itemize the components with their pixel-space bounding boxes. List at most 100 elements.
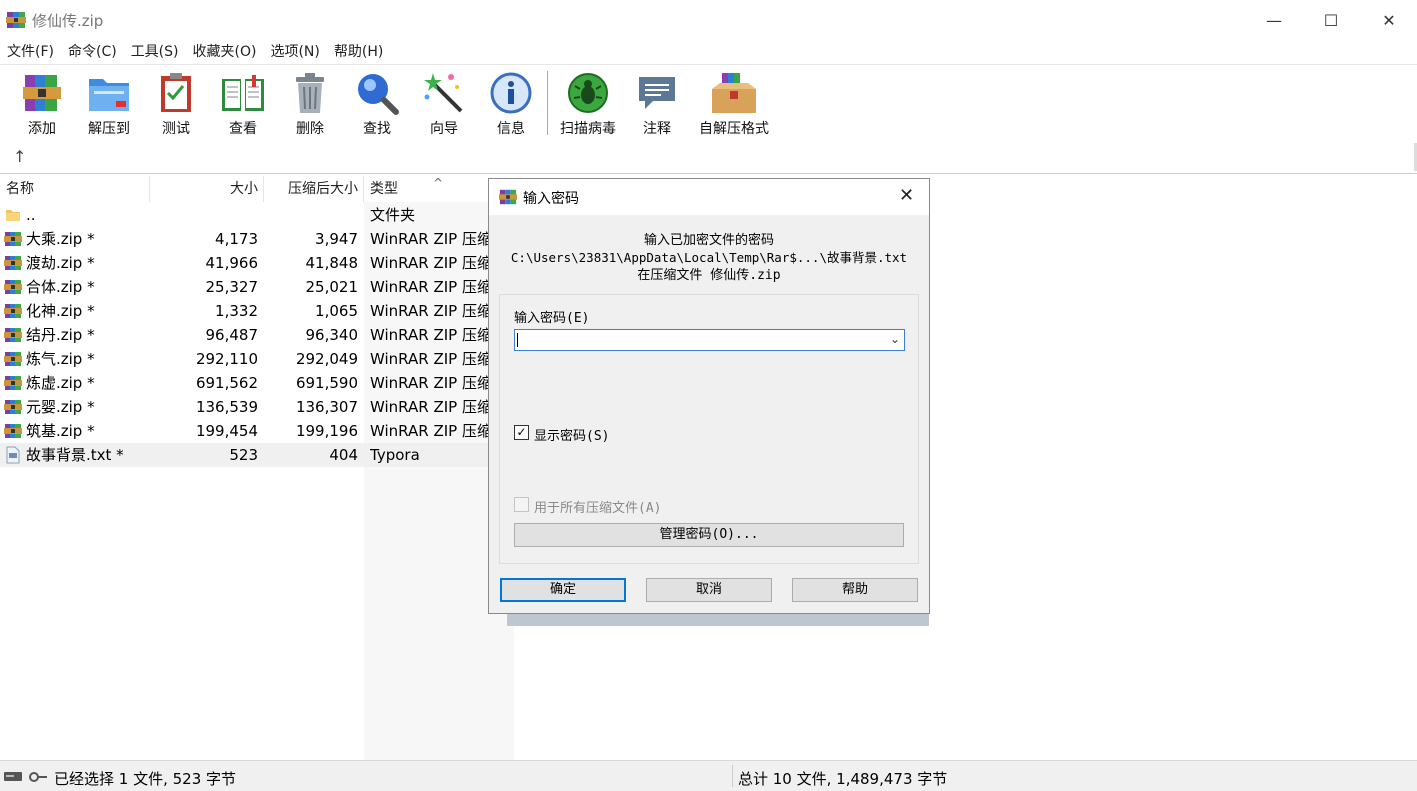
file-row[interactable]: 渡劫.zip * 41,966 41,848 WinRAR ZIP 压缩 — [0, 251, 514, 275]
toolbar-wizard-button[interactable]: 向导 — [411, 69, 477, 139]
password-label: 输入密码(E) — [514, 311, 590, 326]
file-row[interactable]: 炼气.zip * 292,110 292,049 WinRAR ZIP 压缩 — [0, 347, 514, 371]
file-row[interactable]: .. 文件夹 — [0, 203, 514, 227]
sfx-box-icon — [712, 73, 756, 113]
menu-options[interactable]: 选项(N) — [263, 40, 326, 64]
toolbar-find-button[interactable]: 查找 — [344, 69, 410, 139]
file-size: 41,966 — [205, 254, 259, 272]
up-folder-arrow-icon[interactable]: ↑ — [13, 147, 26, 166]
show-password-label[interactable]: 显示密码(S) — [534, 425, 609, 444]
title-bar: 修仙传.zip — ☐ ✕ — [0, 0, 1417, 40]
password-input[interactable]: ⌄ — [514, 329, 905, 351]
menu-tools[interactable]: 工具(S) — [124, 40, 186, 64]
file-type: WinRAR ZIP 压缩 — [370, 422, 492, 440]
file-name: .. — [26, 206, 36, 224]
file-name: 结丹.zip * — [26, 326, 95, 344]
file-name: 化神.zip * — [26, 302, 95, 320]
drive-and-key-icon[interactable] — [4, 770, 48, 784]
winrar-archive-icon — [4, 376, 22, 390]
file-name: 元婴.zip * — [26, 398, 95, 416]
menu-help[interactable]: 帮助(H) — [327, 40, 390, 64]
file-type: WinRAR ZIP 压缩 — [370, 326, 492, 344]
winrar-archive-icon — [4, 424, 22, 438]
winrar-archive-icon — [4, 232, 22, 246]
winrar-archive-icon — [4, 352, 22, 366]
close-button[interactable]: ✕ — [1360, 0, 1417, 40]
ok-button[interactable]: 确定 — [500, 578, 626, 602]
column-header-packed[interactable]: 压缩后大小 — [264, 176, 358, 202]
file-type: 文件夹 — [370, 206, 416, 224]
file-size: 523 — [229, 446, 258, 464]
show-password-checkbox[interactable]: ✓ — [514, 425, 529, 440]
file-size: 199,454 — [195, 422, 258, 440]
help-button[interactable]: 帮助 — [792, 578, 918, 602]
toolbar-sfx-button[interactable]: 自解压格式 — [692, 69, 776, 139]
test-clipboard-icon — [161, 73, 191, 112]
cancel-button[interactable]: 取消 — [646, 578, 772, 602]
toolbar-info-button[interactable]: 信息 — [478, 69, 544, 139]
file-packed-size: 691,590 — [295, 374, 358, 392]
file-row[interactable]: 化神.zip * 1,332 1,065 WinRAR ZIP 压缩 — [0, 299, 514, 323]
winrar-archive-icon — [4, 400, 22, 414]
column-header-size[interactable]: 大小 — [150, 176, 258, 202]
toolbar-add-button[interactable]: 添加 — [9, 69, 75, 139]
file-row[interactable]: 合体.zip * 25,327 25,021 WinRAR ZIP 压缩 — [0, 275, 514, 299]
file-row[interactable]: 炼虚.zip * 691,562 691,590 WinRAR ZIP 压缩 — [0, 371, 514, 395]
file-row[interactable]: 结丹.zip * 96,487 96,340 WinRAR ZIP 压缩 — [0, 323, 514, 347]
file-type: WinRAR ZIP 压缩 — [370, 302, 492, 320]
menu-command[interactable]: 命令(C) — [61, 40, 124, 64]
toolbar-comment-button[interactable]: 注释 — [624, 69, 690, 139]
maximize-button[interactable]: ☐ — [1302, 0, 1360, 40]
all-archives-label[interactable]: 用于所有压缩文件(A) — [534, 497, 661, 516]
minimize-button[interactable]: — — [1245, 0, 1303, 40]
toolbar-extract-button[interactable]: 解压到 — [76, 69, 142, 139]
file-name: 合体.zip * — [26, 278, 95, 296]
file-row[interactable]: 故事背景.txt * 523 404 Typora — [0, 443, 514, 467]
menu-favorites[interactable]: 收藏夹(O) — [186, 40, 264, 64]
toolbar-delete-button[interactable]: 删除 — [277, 69, 343, 139]
file-row[interactable]: 筑基.zip * 199,454 199,196 WinRAR ZIP 压缩 — [0, 419, 514, 443]
file-size: 292,110 — [195, 350, 258, 368]
file-row[interactable]: 大乘.zip * 4,173 3,947 WinRAR ZIP 压缩 — [0, 227, 514, 251]
winrar-archive-icon — [4, 304, 22, 318]
file-packed-size: 136,307 — [295, 398, 358, 416]
toolbar-test-button[interactable]: 测试 — [143, 69, 209, 139]
toolbar-separator — [547, 71, 548, 135]
column-header-type[interactable]: 类型 — [370, 176, 398, 202]
folder-icon — [6, 210, 20, 221]
chevron-down-icon[interactable]: ⌄ — [890, 332, 900, 346]
file-packed-size: 199,196 — [295, 422, 358, 440]
menu-file[interactable]: 文件(F) — [0, 40, 61, 64]
toolbar-view-button[interactable]: 查看 — [210, 69, 276, 139]
column-divider[interactable] — [363, 176, 364, 202]
toolbar-delete-label: 删除 — [296, 121, 324, 137]
dialog-close-button[interactable]: ✕ — [899, 185, 914, 206]
column-header-name[interactable]: 名称 — [6, 176, 34, 202]
file-size: 25,327 — [205, 278, 259, 296]
toolbar-sfx-label: 自解压格式 — [699, 121, 769, 137]
file-row[interactable]: 元婴.zip * 136,539 136,307 WinRAR ZIP 压缩 — [0, 395, 514, 419]
winrar-dialog-icon — [499, 189, 517, 205]
winrar-archive-icon — [4, 280, 22, 294]
file-name: 炼气.zip * — [26, 350, 95, 368]
file-packed-size: 3,947 — [315, 230, 358, 248]
file-packed-size: 1,065 — [315, 302, 358, 320]
file-name: 故事背景.txt * — [26, 446, 124, 464]
file-name: 渡劫.zip * — [26, 254, 95, 272]
dialog-title: 输入密码 — [523, 191, 579, 207]
toolbar-wizard-label: 向导 — [430, 121, 458, 137]
dialog-title-bar: 输入密码 ✕ — [489, 179, 929, 215]
status-bar: 已经选择 1 文件, 523 字节 总计 10 文件, 1,489,473 字节 — [0, 760, 1417, 791]
toolbar: 添加 解压到 测试 查看 删除 查找 向导 信息 扫描病毒 注释 自解压格式 ↑ — [0, 64, 1417, 174]
toolbar-virus-scan-button[interactable]: 扫描病毒 — [555, 69, 621, 139]
toolbar-virus-scan-label: 扫描病毒 — [560, 121, 616, 137]
password-group: 输入密码(E) ⌄ ✓ 显示密码(S) 用于所有压缩文件(A) 管理密码(O).… — [499, 294, 919, 564]
status-divider — [732, 765, 733, 787]
toolbar-view-label: 查看 — [229, 121, 257, 137]
manage-passwords-button[interactable]: 管理密码(O)... — [514, 523, 904, 547]
file-type: WinRAR ZIP 压缩 — [370, 398, 492, 416]
all-archives-checkbox[interactable] — [514, 497, 529, 512]
file-packed-size: 96,340 — [305, 326, 359, 344]
extract-folder-icon — [89, 79, 129, 111]
find-magnifier-icon — [358, 74, 399, 115]
